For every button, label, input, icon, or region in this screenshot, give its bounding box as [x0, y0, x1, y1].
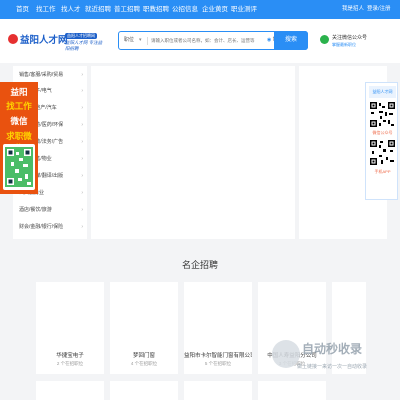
wechat-subtitle: 掌握最新职位 — [332, 42, 356, 47]
left-ad-qr-icon — [3, 144, 35, 190]
search-bar: 职位 ▾ ◉ 地图 搜索 — [118, 31, 308, 50]
company-name: 梦回门窗 — [132, 353, 155, 359]
header: 益阳人才网 益阳人才招聘网 益阳人才网 专注益阳招聘 职位 ▾ ◉ 地图 搜索 … — [0, 19, 400, 63]
logo-name: 益阳人才网 — [20, 35, 68, 46]
chevron-right-icon: › — [81, 122, 83, 128]
site-logo[interactable]: 益阳人才网 益阳人才招聘网 益阳人才网 专注益阳招聘 — [8, 32, 106, 54]
company-card[interactable]: 华捷宝电子 2 个在招职位 — [36, 282, 104, 374]
chevron-right-icon: › — [81, 72, 83, 78]
chevron-right-icon: › — [81, 139, 83, 145]
left-ad-line: 微信 — [10, 116, 28, 126]
company-card[interactable]: 梦回门窗 4 个在招职位 — [110, 282, 178, 374]
banner-panel[interactable] — [91, 66, 295, 239]
chevron-right-icon: › — [81, 224, 83, 230]
company-job-count: 4 个在招职位 — [130, 361, 158, 366]
left-ad-line: 找工作 — [6, 101, 32, 111]
wechat-title: 关注微信公众号 — [332, 35, 368, 41]
category-item[interactable]: 财会/金融/银行/保险 › — [13, 220, 87, 234]
chevron-right-icon: › — [81, 88, 83, 94]
left-ad-line: 益阳 — [10, 87, 28, 97]
watermark: 自动秒收录 做上链接一来访一次一自动收录 — [272, 337, 392, 377]
company-card[interactable]: 益阳市卡尔智能门窗有限公司 5 个在招职位 — [184, 282, 252, 374]
nav-find-talent[interactable]: 找人才 — [61, 0, 81, 19]
chevron-right-icon: › — [81, 207, 83, 213]
chevron-right-icon: › — [81, 105, 83, 111]
company-name: 益阳市卡尔智能门窗有限公司 — [184, 353, 252, 359]
section-title: 名企招聘 — [181, 260, 218, 270]
company-job-count: 5 个在招职位 — [204, 361, 232, 366]
map-pin-icon: ◉ — [267, 37, 272, 43]
right-ad-label: 微信公众号 — [372, 130, 393, 135]
logo-slogan: 益阳人才网 专注益阳招聘 — [65, 40, 103, 51]
chevron-right-icon: › — [81, 156, 83, 162]
top-nav: 首页 找工作 找人才 就近招聘 普工招聘 职教招聘 公招信息 企业黄页 职业测评… — [0, 0, 400, 19]
category-item[interactable]: 酒店/餐饮/旅游 › — [13, 203, 87, 217]
company-job-count: 2 个在招职位 — [56, 361, 84, 366]
employer-link[interactable]: 我是招人 — [342, 0, 364, 19]
nav-education-jobs[interactable]: 职教招聘 — [143, 0, 169, 19]
search-type-select[interactable]: 职位 — [124, 32, 134, 49]
category-item[interactable]: 销售/客服/采购/贸易 › — [13, 68, 87, 82]
chevron-down-icon[interactable]: ▾ — [139, 32, 142, 49]
nav-nearby-jobs[interactable]: 就近招聘 — [85, 0, 111, 19]
nav-home[interactable]: 首页 — [16, 0, 29, 19]
login-register-link[interactable]: 登录/注册 — [367, 0, 391, 19]
wechat-icon — [320, 35, 329, 44]
search-divider — [147, 37, 148, 45]
right-ad-label: 手机APP — [374, 169, 391, 174]
wechat-qr-icon — [369, 101, 396, 128]
company-card[interactable] — [184, 381, 252, 400]
watermark-subtitle: 做上链接一来访一次一自动收录 — [296, 364, 367, 370]
nav-career-test[interactable]: 职业测评 — [231, 0, 257, 19]
chevron-right-icon: › — [81, 190, 83, 196]
wechat-follow[interactable]: 关注微信公众号 掌握最新职位 — [320, 34, 400, 54]
left-float-ad[interactable]: 益阳 找工作 微信 求职微信 — [0, 82, 38, 194]
company-card[interactable] — [110, 381, 178, 400]
search-button[interactable]: 搜索 — [274, 31, 308, 50]
right-ad-logo: 益阳人才网 — [369, 86, 396, 98]
logo-badge: 益阳人才招聘网 — [65, 33, 97, 39]
nav-find-job[interactable]: 找工作 — [36, 0, 56, 19]
company-name: 华捷宝电子 — [56, 353, 84, 359]
watermark-title: 自动秒收录 — [302, 342, 363, 356]
company-card[interactable] — [36, 381, 104, 400]
app-qr-icon — [369, 139, 396, 166]
chevron-right-icon: › — [81, 173, 83, 179]
right-float-ad[interactable]: 益阳人才网 微信公众号 手机APP — [365, 82, 398, 200]
company-card[interactable] — [258, 381, 326, 400]
nav-company-pages[interactable]: 企业黄页 — [202, 0, 228, 19]
search-input[interactable] — [151, 34, 261, 47]
nav-general-jobs[interactable]: 普工招聘 — [114, 0, 140, 19]
nav-public-recruit[interactable]: 公招信息 — [172, 0, 198, 19]
logo-mark-icon — [8, 34, 18, 44]
